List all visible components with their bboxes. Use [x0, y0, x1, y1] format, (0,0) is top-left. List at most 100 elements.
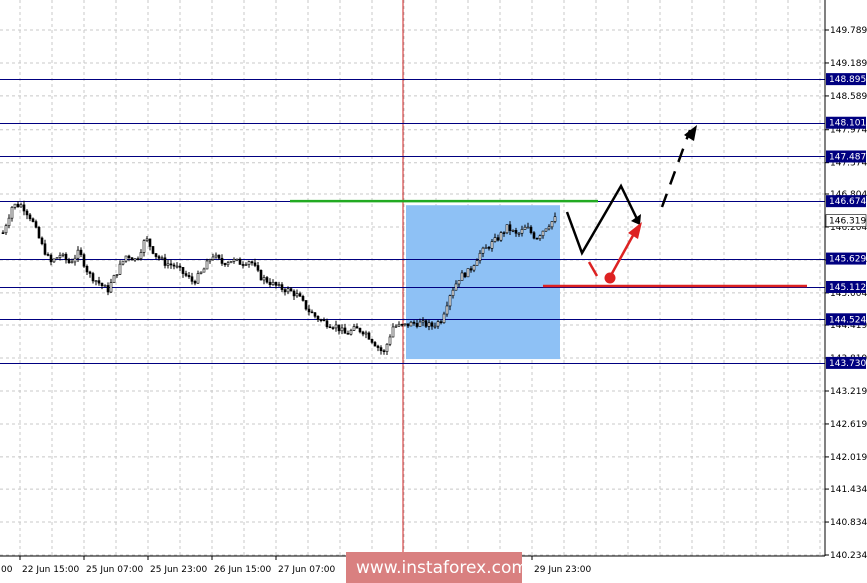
candle-body — [436, 321, 440, 327]
price-tick-label: 140.834 — [830, 518, 867, 528]
candle-body — [472, 265, 476, 271]
time-tick-label: 27 Jun 07:00 — [278, 565, 335, 575]
level-labels: 148.895 148.101 147.487 146.674 145.629 145.1… — [825, 73, 866, 369]
candle-body — [481, 247, 485, 254]
candle-body — [526, 226, 530, 229]
candle-body — [103, 285, 107, 287]
candle-body — [325, 320, 329, 328]
candle-body — [370, 339, 374, 343]
candle-body — [115, 274, 119, 276]
candle-body — [514, 230, 518, 234]
candle-body — [19, 204, 23, 208]
candle-body — [43, 243, 47, 255]
level-label-text: 145.112 — [829, 283, 866, 293]
candle-body — [163, 257, 167, 266]
candle-body — [112, 275, 116, 283]
candle-body — [94, 280, 98, 282]
candle-body — [376, 345, 380, 348]
candle-body — [100, 282, 104, 286]
candle-body — [490, 241, 494, 249]
candle-body — [496, 237, 500, 241]
candle-body — [331, 327, 335, 329]
candle-body — [373, 342, 377, 347]
candle-body — [451, 289, 455, 296]
level-label-text: 144.524 — [829, 315, 866, 325]
candle-body — [160, 257, 164, 260]
candle-body — [493, 237, 497, 242]
level-label-text: 148.101 — [829, 119, 866, 129]
candle-body — [505, 224, 509, 234]
candle-body — [64, 253, 68, 261]
candle-body — [358, 327, 362, 333]
candle-body — [61, 253, 65, 256]
candle-body — [400, 323, 404, 326]
time-tick-label: 25 Jun 23:00 — [150, 565, 207, 575]
candle-body — [58, 255, 62, 258]
candle-body — [211, 256, 215, 260]
candle-body — [133, 258, 137, 261]
candle-body — [301, 296, 305, 301]
candle-body — [157, 256, 161, 259]
price-tick-label: 140.234 — [830, 551, 867, 561]
candle-body — [70, 261, 74, 264]
candle-body — [535, 237, 539, 240]
candle-body — [277, 284, 281, 286]
candle-body — [394, 325, 398, 328]
candle-body — [406, 323, 410, 327]
candle-body — [271, 281, 275, 285]
candle-body — [244, 264, 248, 266]
candle-body — [88, 271, 92, 274]
candle-body — [31, 218, 35, 222]
price-tick-label: 148.589 — [830, 92, 867, 102]
candle-body — [190, 276, 194, 282]
candle-body — [469, 268, 473, 271]
candle-body — [247, 261, 251, 265]
watermark-text: www.instaforex.com — [356, 558, 528, 578]
candle-body — [142, 240, 146, 253]
candle-body — [127, 255, 131, 259]
candle-body — [403, 323, 407, 326]
candle-body — [85, 265, 89, 273]
candle-body — [424, 320, 428, 327]
candle-body — [541, 230, 545, 237]
candle-body — [235, 258, 239, 261]
candle-body — [538, 235, 542, 239]
time-tick-label: 22 Jun 15:00 — [22, 565, 79, 575]
candle-body — [286, 288, 290, 293]
candle-body — [391, 326, 395, 338]
candle-body — [82, 254, 86, 267]
candle-body — [388, 336, 392, 345]
candle-body — [226, 262, 230, 266]
candle-body — [544, 228, 548, 232]
candle-body — [67, 259, 71, 263]
candle-body — [40, 237, 44, 245]
level-label-text: 145.629 — [829, 255, 866, 265]
candle-body — [532, 232, 536, 239]
candle-body — [364, 332, 368, 335]
candle-body — [241, 264, 245, 266]
candle-body — [151, 246, 155, 254]
candle-body — [502, 232, 506, 234]
candle-body — [223, 263, 227, 266]
candle-body — [298, 293, 302, 297]
price-tick-label: 149.189 — [830, 59, 867, 69]
candle-body — [355, 326, 359, 329]
candle-body — [25, 210, 29, 216]
candle-body — [511, 230, 515, 232]
candle-body — [16, 203, 20, 208]
candle-body — [340, 327, 344, 332]
candle-body — [91, 273, 95, 282]
candle-body — [265, 277, 269, 283]
candle-body — [304, 300, 308, 310]
candle-body — [154, 253, 158, 257]
candle-body — [73, 257, 77, 263]
candle-body — [508, 224, 512, 231]
time-tick-label: 25 Jun 07:00 — [86, 565, 143, 575]
candle-body — [46, 254, 50, 256]
candle-body — [292, 290, 296, 297]
price-tick-label: 143.219 — [830, 387, 867, 397]
forex-chart: 149.789149.189148.589147.974147.374146.8… — [0, 0, 867, 583]
candle-body — [217, 254, 221, 259]
candle-body — [130, 257, 134, 261]
candle-body — [529, 226, 533, 233]
